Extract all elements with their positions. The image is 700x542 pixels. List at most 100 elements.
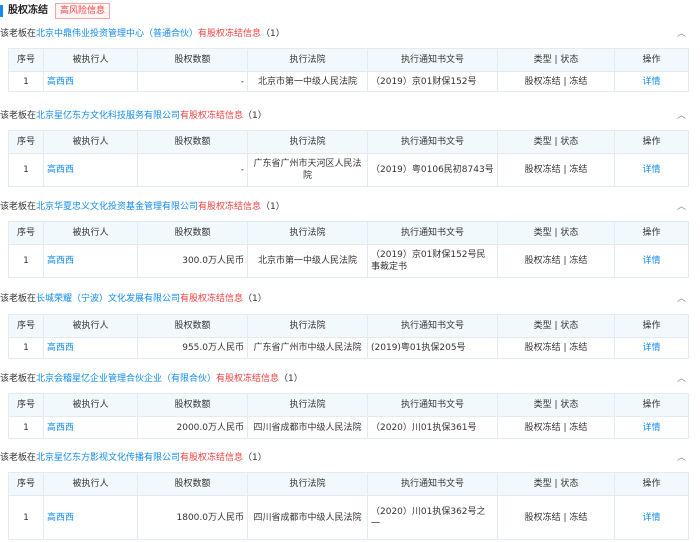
col-doc-header: 执行通知书文号 bbox=[367, 472, 498, 496]
col-status-header: 类型 | 状态 bbox=[497, 130, 615, 154]
col-action-header: 操作 bbox=[614, 393, 689, 417]
freeze-table: 序号 被执行人 股权数额 执行法院 执行通知书文号 类型 | 状态 操作 1 高西西 2000.0… bbox=[8, 393, 689, 439]
col-doc-cell: （2019）京01财保152号 bbox=[367, 71, 498, 92]
detail-link[interactable]: 详情 bbox=[614, 71, 689, 92]
prefix-text: 该老板在 bbox=[0, 111, 37, 121]
detail-link[interactable]: 详情 bbox=[614, 495, 689, 540]
company-link[interactable]: 北京华夏忠义文化投资基金管理有限公司 bbox=[36, 202, 198, 212]
freeze-info-text: 有股权冻结信息 bbox=[180, 453, 244, 463]
col-status-cell: 股权冻结 | 冻结 bbox=[497, 495, 615, 540]
section-title: 该老板在北京中鼎伟业投资管理中心（普通合伙）有股权冻结信息（1） ︿ bbox=[0, 25, 700, 43]
col-amount-cell: 2000.0万人民币 bbox=[137, 416, 248, 439]
person-link[interactable]: 高西西 bbox=[43, 337, 138, 359]
col-court-header: 执行法院 bbox=[247, 472, 368, 496]
col-amount-header: 股权数额 bbox=[137, 393, 248, 417]
col-index-header: 序号 bbox=[8, 472, 44, 496]
person-link[interactable]: 高西西 bbox=[43, 71, 138, 92]
prefix-text: 该老板在 bbox=[0, 294, 37, 304]
col-person-header: 被执行人 bbox=[43, 472, 138, 496]
table-row: 1 高西西 1800.0万人民币 四川省成都市中级人民法院 （2020）川01执保362… bbox=[8, 495, 689, 540]
col-amount-header: 股权数额 bbox=[137, 130, 248, 154]
col-index-header: 序号 bbox=[8, 221, 44, 245]
col-amount-header: 股权数额 bbox=[137, 472, 248, 496]
detail-link[interactable]: 详情 bbox=[614, 153, 689, 187]
col-index-header: 序号 bbox=[8, 130, 44, 154]
col-court-header: 执行法院 bbox=[247, 314, 368, 338]
section-title: 该老板在北京星亿东方文化科技服务有限公司有股权冻结信息（1） ︿ bbox=[0, 107, 700, 125]
col-status-cell: 股权冻结 | 冻结 bbox=[497, 337, 615, 359]
col-status-header: 类型 | 状态 bbox=[497, 221, 615, 245]
col-status-cell: 股权冻结 | 冻结 bbox=[497, 244, 615, 278]
prefix-text: 该老板在 bbox=[0, 374, 37, 384]
col-court-header: 执行法院 bbox=[247, 221, 368, 245]
count-text: （1） bbox=[261, 29, 285, 39]
company-link[interactable]: 北京星亿东方文化科技服务有限公司 bbox=[36, 111, 180, 121]
prefix-text: 该老板在 bbox=[0, 453, 37, 463]
count-text: （1） bbox=[261, 202, 285, 212]
col-amount-cell: 955.0万人民币 bbox=[137, 337, 248, 359]
collapse-icon[interactable]: ︿ bbox=[677, 198, 686, 216]
company-link[interactable]: 长城荣耀（宁波）文化发展有限公司 bbox=[36, 294, 180, 304]
company-link[interactable]: 北京星亿东方影视文化传播有限公司 bbox=[36, 453, 180, 463]
col-doc-header: 执行通知书文号 bbox=[367, 130, 498, 154]
person-link[interactable]: 高西西 bbox=[43, 244, 138, 278]
freeze-info-text: 有股权冻结信息 bbox=[180, 111, 244, 121]
col-doc-header: 执行通知书文号 bbox=[367, 48, 498, 72]
freeze-table: 序号 被执行人 股权数额 执行法院 执行通知书文号 类型 | 状态 操作 1 高西西 955.0万… bbox=[8, 314, 689, 359]
col-court-cell: 广东省广州市天河区人民法院 bbox=[247, 153, 368, 187]
table-header-row: 序号 被执行人 股权数额 执行法院 执行通知书文号 类型 | 状态 操作 bbox=[8, 48, 689, 72]
freeze-info-text: 有股权冻结信息 bbox=[216, 374, 280, 384]
table-row: 1 高西西 - 广东省广州市天河区人民法院 （2019）粤0106民初8743号 股权冻结… bbox=[8, 153, 689, 187]
col-amount-header: 股权数额 bbox=[137, 314, 248, 338]
table-header-row: 序号 被执行人 股权数额 执行法院 执行通知书文号 类型 | 状态 操作 bbox=[8, 314, 689, 338]
detail-link[interactable]: 详情 bbox=[614, 337, 689, 359]
col-index-cell: 1 bbox=[8, 71, 44, 92]
prefix-text: 该老板在 bbox=[0, 29, 37, 39]
col-amount-header: 股权数额 bbox=[137, 48, 248, 72]
person-link[interactable]: 高西西 bbox=[43, 153, 138, 187]
person-link[interactable]: 高西西 bbox=[43, 495, 138, 540]
table-row: 1 高西西 955.0万人民币 广东省广州市中级人民法院 (2019)粤01执保205号… bbox=[8, 337, 689, 359]
detail-link[interactable]: 详情 bbox=[614, 244, 689, 278]
risk-badge: 高风险信息 bbox=[55, 3, 111, 19]
table-header-row: 序号 被执行人 股权数额 执行法院 执行通知书文号 类型 | 状态 操作 bbox=[8, 130, 689, 154]
collapse-icon[interactable]: ︿ bbox=[677, 290, 686, 308]
table-header-row: 序号 被执行人 股权数额 执行法院 执行通知书文号 类型 | 状态 操作 bbox=[8, 221, 689, 245]
detail-link[interactable]: 详情 bbox=[614, 416, 689, 439]
page-title: 股权冻结 bbox=[8, 5, 48, 16]
person-link[interactable]: 高西西 bbox=[43, 416, 138, 439]
col-index-cell: 1 bbox=[8, 337, 44, 359]
collapse-icon[interactable]: ︿ bbox=[677, 25, 686, 43]
col-doc-header: 执行通知书文号 bbox=[367, 221, 498, 245]
col-doc-cell: （2019）京01财保152号民事裁定书 bbox=[367, 244, 498, 278]
col-court-header: 执行法院 bbox=[247, 48, 368, 72]
count-text: （1） bbox=[243, 294, 267, 304]
count-text: （1） bbox=[279, 374, 303, 384]
col-court-header: 执行法院 bbox=[247, 130, 368, 154]
freeze-table: 序号 被执行人 股权数额 执行法院 执行通知书文号 类型 | 状态 操作 1 高西西 300.0万… bbox=[8, 221, 689, 278]
collapse-icon[interactable]: ︿ bbox=[677, 370, 686, 388]
col-index-header: 序号 bbox=[8, 393, 44, 417]
count-text: （1） bbox=[243, 111, 267, 121]
company-link[interactable]: 北京中鼎伟业投资管理中心（普通合伙） bbox=[36, 29, 198, 39]
col-action-header: 操作 bbox=[614, 472, 689, 496]
col-person-header: 被执行人 bbox=[43, 48, 138, 72]
freeze-info-text: 有股权冻结信息 bbox=[180, 294, 244, 304]
col-amount-cell: 1800.0万人民币 bbox=[137, 495, 248, 540]
table-header-row: 序号 被执行人 股权数额 执行法院 执行通知书文号 类型 | 状态 操作 bbox=[8, 393, 689, 417]
freeze-info-text: 有股权冻结信息 bbox=[198, 29, 262, 39]
col-index-cell: 1 bbox=[8, 244, 44, 278]
section-title: 该老板在北京星亿东方影视文化传播有限公司有股权冻结信息（1） ︿ bbox=[0, 449, 700, 467]
collapse-icon[interactable]: ︿ bbox=[677, 107, 686, 125]
table-row: 1 高西西 - 北京市第一中级人民法院 （2019）京01财保152号 股权冻结 | 冻结… bbox=[8, 71, 689, 92]
company-link[interactable]: 北京会稽星亿企业管理合伙企业（有限合伙） bbox=[36, 374, 216, 384]
col-court-cell: 北京市第一中级人民法院 bbox=[247, 71, 368, 92]
col-person-header: 被执行人 bbox=[43, 393, 138, 417]
col-index-header: 序号 bbox=[8, 314, 44, 338]
col-status-cell: 股权冻结 | 冻结 bbox=[497, 153, 615, 187]
collapse-icon[interactable]: ︿ bbox=[677, 449, 686, 467]
col-status-header: 类型 | 状态 bbox=[497, 314, 615, 338]
section-title: 该老板在北京华夏忠义文化投资基金管理有限公司有股权冻结信息（1） ︿ bbox=[0, 198, 700, 216]
col-action-header: 操作 bbox=[614, 48, 689, 72]
col-doc-cell: （2019）粤0106民初8743号 bbox=[367, 153, 498, 187]
